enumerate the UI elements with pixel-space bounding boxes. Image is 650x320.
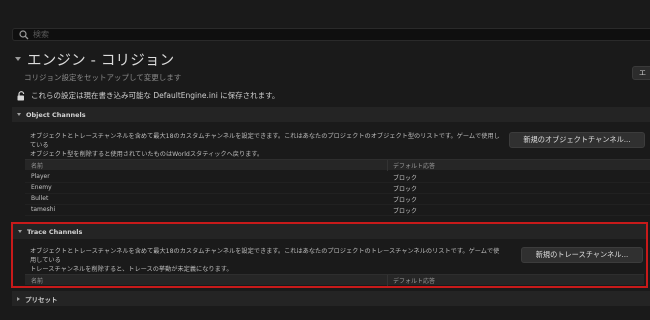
channel-response[interactable]: ブロック	[393, 206, 417, 215]
channel-response[interactable]: ブロック	[393, 173, 417, 182]
search-input[interactable]	[33, 29, 633, 40]
search-bar[interactable]	[12, 28, 650, 41]
column-header-name: 名前	[31, 162, 44, 170]
config-notice: これらの設定は現在書き込み可能な DefaultEngine.ini に保存され…	[17, 90, 279, 101]
presets-header[interactable]: プリセット	[12, 291, 650, 306]
expand-arrow-icon[interactable]	[17, 113, 21, 116]
channel-name: Bullet	[31, 195, 49, 202]
column-divider[interactable]	[387, 160, 388, 171]
channel-response[interactable]: ブロック	[393, 184, 417, 193]
object-channels-header[interactable]: Object Channels	[12, 107, 650, 122]
section-title: プリセット	[25, 295, 58, 304]
object-channels-table-header: 名前 デフォルト応答	[25, 159, 650, 171]
unlock-icon	[17, 90, 25, 100]
description-line: オブジェクトとトレースチャンネルを含めて最大18のカスタムチャンネルを設定できま…	[30, 133, 500, 149]
channel-name: Enemy	[31, 184, 52, 191]
channel-name: tameshi	[31, 206, 56, 213]
notice-text: これらの設定は現在書き込み可能な DefaultEngine.ini に保存され…	[31, 91, 280, 100]
export-button[interactable]: エ	[632, 66, 650, 80]
table-row[interactable]: tameshi ブロック	[25, 205, 650, 216]
channel-name: Player	[31, 173, 50, 180]
table-row[interactable]: Enemy ブロック	[25, 183, 650, 194]
page-title: エンジン - コリジョン	[27, 52, 175, 69]
page-subtitle: コリジョン設定をセットアップして変更します	[24, 73, 182, 82]
table-row[interactable]: Bullet ブロック	[25, 194, 650, 205]
highlight-box	[11, 222, 648, 288]
column-header-response: デフォルト応答	[393, 162, 436, 170]
search-icon	[19, 30, 29, 40]
title-row[interactable]: エンジン - コリジョン	[15, 49, 174, 69]
expand-arrow-icon[interactable]	[17, 296, 20, 301]
collapse-arrow-icon[interactable]	[15, 57, 21, 61]
object-channels-description: オブジェクトとトレースチャンネルを含めて最大18のカスタムチャンネルを設定できま…	[30, 132, 500, 159]
description-line: オブジェクト型を削除すると使用されていたものはWorldスタティックへ戻ります。	[30, 151, 264, 158]
new-object-channel-button[interactable]: 新規のオブジェクトチャンネル...	[509, 132, 645, 148]
table-row[interactable]: Player ブロック	[25, 172, 650, 183]
channel-response[interactable]: ブロック	[393, 195, 417, 204]
section-title: Object Channels	[26, 110, 86, 119]
